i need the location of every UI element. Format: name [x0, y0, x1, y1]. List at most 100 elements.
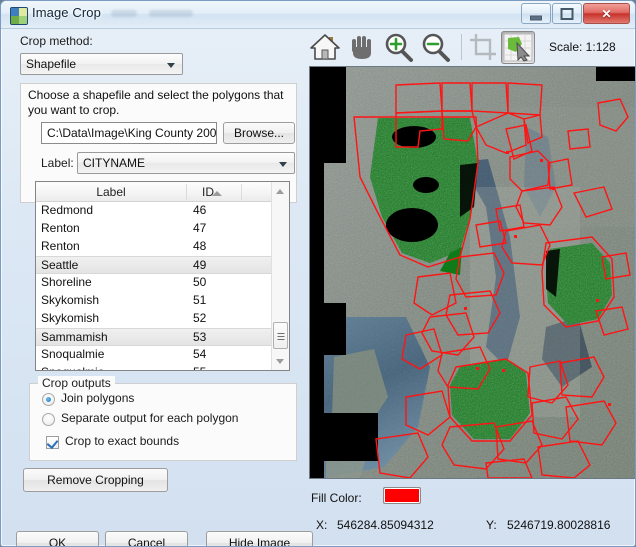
close-icon: ✕ [601, 6, 612, 21]
restore-button[interactable] [552, 3, 582, 24]
app-icon [10, 7, 28, 25]
table-row[interactable]: Renton 47 [36, 220, 289, 238]
label-field-label: Label: [41, 156, 74, 170]
home-icon[interactable] [309, 31, 341, 63]
row-label: Seattle [41, 258, 79, 272]
table-row[interactable]: Renton 48 [36, 238, 289, 256]
ok-button-label: OK [48, 536, 67, 547]
polygon-list-header: Label ID [36, 182, 289, 202]
window-buttons: ✕ [520, 3, 630, 24]
label-field-dropdown[interactable]: CITYNAME [77, 152, 295, 174]
remove-cropping-button[interactable]: Remove Cropping [23, 468, 168, 492]
polygon-list[interactable]: Label ID Redmond 46 Renton 47 Renton 48 Seattl… [35, 181, 290, 371]
minimize-icon [530, 15, 542, 20]
fill-color-swatch[interactable] [383, 487, 421, 504]
title-ghost-text-1 [111, 10, 137, 17]
row-id: 55 [193, 365, 206, 370]
polygon-list-scrollbar[interactable] [271, 182, 289, 370]
crop-method-dropdown[interactable]: Shapefile [20, 53, 183, 75]
radio-join-polygons[interactable] [42, 393, 55, 406]
row-label: Renton [41, 221, 80, 235]
row-id: 54 [193, 347, 207, 361]
zoom-in-icon[interactable] [383, 31, 415, 63]
table-row[interactable]: Skykomish 51 [36, 292, 289, 310]
row-id: 50 [193, 275, 207, 289]
checkbox-crop-exact-bounds[interactable] [46, 436, 59, 450]
table-row[interactable]: Snoqualmie 54 [36, 346, 289, 364]
title-bar: Image Crop ✕ [1, 1, 635, 29]
polygon-list-rows: Redmond 46 Renton 47 Renton 48 Seattle 49 Shorel… [36, 202, 289, 370]
row-label: Snoqualmie [41, 365, 104, 370]
checkbox-crop-exact-bounds-label: Crop to exact bounds [65, 434, 180, 448]
restore-icon [560, 7, 574, 20]
column-header-label[interactable]: Label [36, 185, 186, 199]
table-row[interactable]: Seattle 49 [36, 256, 289, 274]
table-row[interactable]: Redmond 46 [36, 202, 289, 220]
row-label: Shoreline [41, 275, 92, 289]
checkmark-icon [46, 436, 59, 450]
radio-join-polygons-label: Join polygons [61, 391, 135, 405]
shapefile-path-input[interactable]: C:\Data\Image\King County 2009 C [41, 122, 217, 144]
map-view[interactable] [309, 66, 635, 479]
radio-separate-output[interactable] [42, 413, 55, 426]
chevron-down-icon [279, 162, 287, 167]
crop-method-label: Crop method: [20, 34, 93, 48]
crop-method-value: Shapefile [26, 57, 77, 71]
map-satellite-image [310, 67, 635, 478]
triangle-up-icon [276, 189, 284, 194]
table-row[interactable]: Shoreline 50 [36, 274, 289, 292]
row-label: Renton [41, 239, 80, 253]
scrollbar-thumb[interactable] [273, 322, 288, 349]
crop-icon[interactable] [467, 31, 499, 63]
fill-color-label: Fill Color: [311, 491, 362, 505]
cancel-button-label: Cancel [127, 536, 166, 547]
zoom-out-icon[interactable] [420, 31, 452, 63]
triangle-down-icon [276, 359, 284, 364]
crop-outputs-title: Crop outputs [38, 376, 115, 390]
y-coordinate-label: Y: [486, 518, 497, 532]
remove-cropping-label: Remove Cropping [47, 473, 144, 487]
cancel-button[interactable]: Cancel [105, 531, 188, 547]
minimize-button[interactable] [521, 3, 551, 24]
crop-outputs-group: Crop outputs Join polygons Separate outp… [29, 376, 297, 461]
x-coordinate-value: 546284.85094312 [337, 518, 434, 532]
y-coordinate-value: 5246719.80028816 [507, 518, 611, 532]
title-ghost-text-2 [149, 10, 193, 17]
table-row[interactable]: Snoqualmie 55 [36, 364, 289, 370]
shapefile-help-text: Choose a shapefile and select the polygo… [28, 88, 284, 117]
select-polygon-icon[interactable] [501, 31, 535, 64]
radio-separate-output-label: Separate output for each polygon [61, 411, 239, 425]
ok-button[interactable]: OK [16, 531, 99, 547]
browse-button[interactable]: Browse... [223, 122, 295, 144]
scroll-up-button[interactable] [272, 183, 288, 199]
row-id: 51 [193, 293, 207, 307]
row-id: 52 [193, 311, 207, 325]
table-row[interactable]: Sammamish 53 [36, 328, 289, 346]
row-label: Sammamish [41, 330, 108, 344]
row-id: 49 [193, 258, 207, 272]
column-header-id[interactable]: ID [188, 185, 228, 199]
hide-image-button[interactable]: Hide Image [206, 531, 313, 547]
row-id: 46 [193, 203, 207, 217]
browse-button-label: Browse... [233, 126, 284, 140]
window-title: Image Crop [32, 5, 101, 20]
x-coordinate-label: X: [316, 518, 328, 532]
dialog-client-area: Crop method: Shapefile Choose a shapefil… [7, 28, 635, 546]
label-field-value: CITYNAME [83, 156, 146, 170]
scroll-down-button[interactable] [272, 353, 288, 369]
chevron-down-icon [167, 63, 175, 68]
row-id: 53 [193, 330, 207, 344]
row-label: Snoqualmie [41, 347, 105, 361]
sort-ascending-icon [212, 191, 222, 196]
row-id: 48 [193, 239, 207, 253]
toolbar-divider [461, 34, 462, 60]
scale-label: Scale: 1:128 [549, 40, 616, 54]
row-label: Skykomish [41, 311, 100, 325]
row-label: Redmond [41, 203, 94, 217]
hide-image-label: Hide Image [228, 536, 291, 547]
image-crop-window: Image Crop ✕ Crop method: Shapefile Choo… [0, 0, 636, 547]
row-label: Skykomish [41, 293, 100, 307]
pan-hand-icon[interactable] [346, 31, 378, 63]
close-button[interactable]: ✕ [583, 3, 630, 24]
table-row[interactable]: Skykomish 52 [36, 310, 289, 328]
